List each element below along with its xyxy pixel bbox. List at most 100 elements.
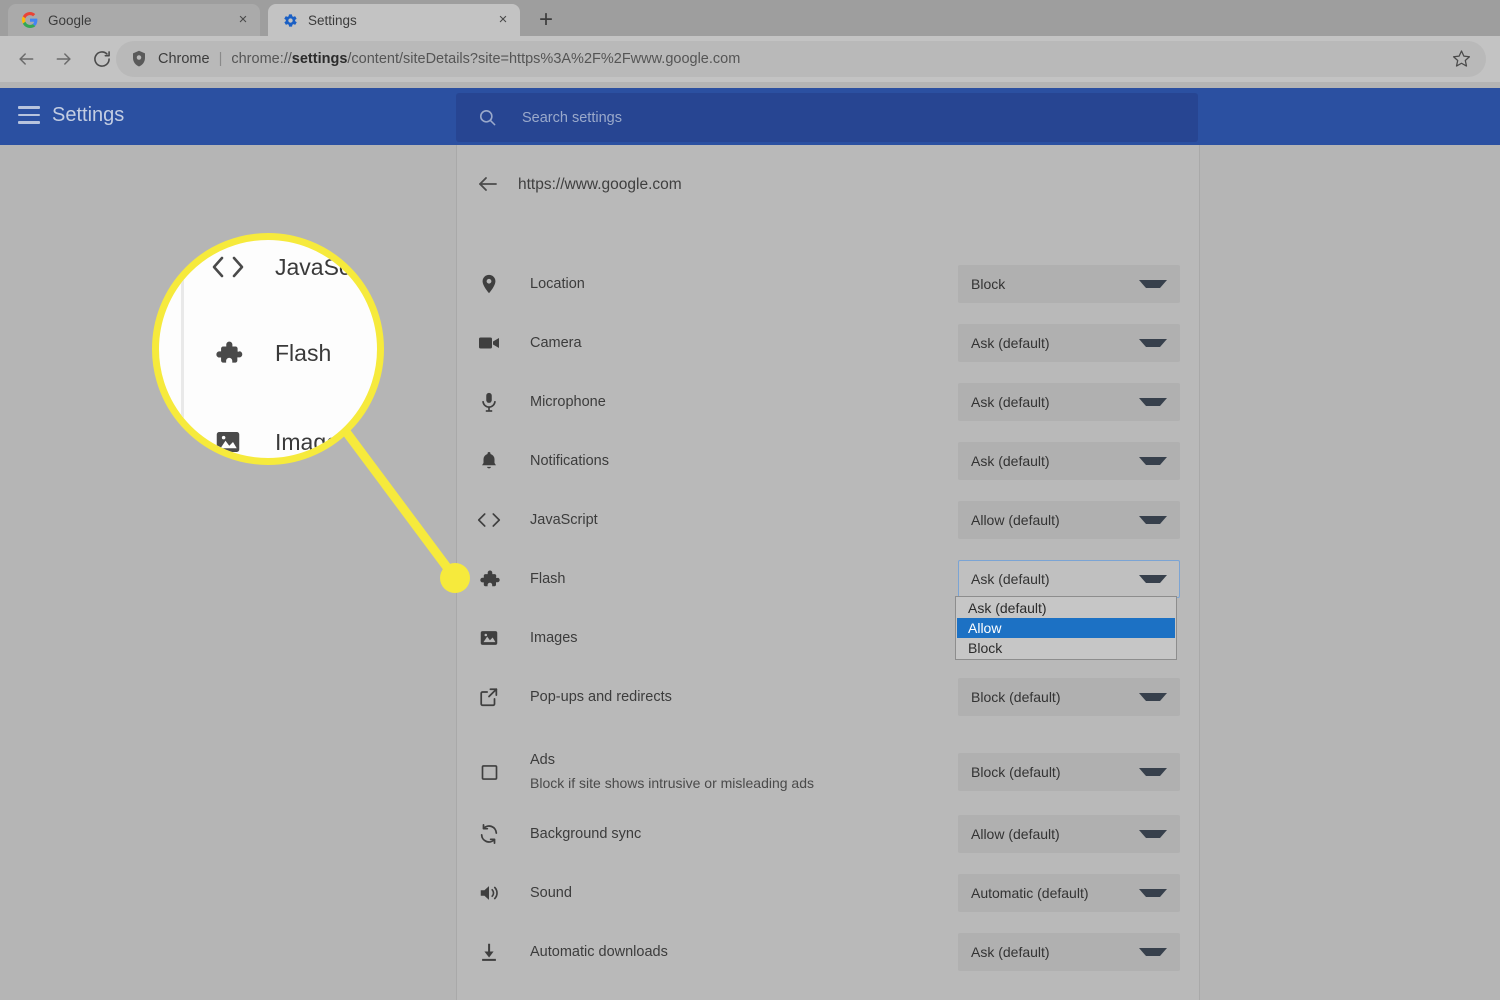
magnifier-callout: JavaScri Flash Image bbox=[152, 233, 384, 465]
permission-select-value: Ask (default) bbox=[971, 571, 1050, 587]
tab-google[interactable]: Google × bbox=[8, 4, 260, 36]
shield-icon bbox=[130, 50, 148, 68]
microphone-icon bbox=[476, 389, 502, 415]
permission-row: JavaScript Allow (default) bbox=[476, 501, 1180, 539]
tab-title: Settings bbox=[308, 12, 357, 28]
gear-icon bbox=[282, 12, 298, 28]
magnified-row-images: Image bbox=[211, 425, 339, 458]
search-input[interactable]: Search settings bbox=[456, 93, 1198, 142]
permission-row: Background sync Allow (default) bbox=[476, 815, 1180, 853]
permission-select[interactable]: Ask (default) bbox=[958, 383, 1180, 421]
permission-row: Microphone Ask (default) bbox=[476, 383, 1180, 421]
permission-select[interactable]: Allow (default) bbox=[958, 501, 1180, 539]
permission-select-value: Ask (default) bbox=[971, 944, 1050, 960]
magnified-row-flash: Flash bbox=[211, 336, 331, 370]
url-separator: | bbox=[218, 51, 223, 67]
new-tab-button[interactable]: + bbox=[532, 6, 560, 34]
url-bold-part: settings bbox=[291, 51, 348, 67]
permission-row: Notifications Ask (default) bbox=[476, 442, 1180, 480]
chevron-down-icon bbox=[1139, 575, 1167, 583]
chevron-down-icon bbox=[1139, 280, 1167, 288]
permission-select-value: Block bbox=[971, 276, 1006, 292]
omnibox-toolbar: Chrome | chrome://settings/content/siteD… bbox=[0, 36, 1500, 82]
permission-select-value: Ask (default) bbox=[971, 335, 1050, 351]
permission-select-value: Block (default) bbox=[971, 764, 1061, 780]
sync-icon bbox=[476, 821, 502, 847]
permission-select-value: Automatic (default) bbox=[971, 885, 1089, 901]
url-suffix: /content/siteDetails?site=https%3A%2F%2F… bbox=[347, 51, 741, 67]
forward-button-icon[interactable] bbox=[52, 47, 76, 71]
permission-row: Automatic downloads Ask (default) bbox=[476, 933, 1180, 971]
chevron-down-icon bbox=[1139, 516, 1167, 524]
permission-row: Flash Ask (default) bbox=[476, 560, 1180, 598]
image-icon bbox=[211, 425, 245, 458]
tab-settings[interactable]: Settings × bbox=[268, 4, 520, 36]
dropdown-option-selected[interactable]: Allow bbox=[957, 618, 1175, 638]
tab-strip: Google × Settings × + bbox=[0, 0, 1500, 36]
permission-row: Camera Ask (default) bbox=[476, 324, 1180, 362]
location-pin-icon bbox=[476, 271, 502, 297]
magnified-label: Flash bbox=[275, 339, 332, 366]
chevron-down-icon bbox=[1139, 830, 1167, 838]
google-icon bbox=[22, 12, 38, 28]
back-arrow-icon[interactable] bbox=[476, 172, 502, 198]
chevron-down-icon bbox=[1139, 339, 1167, 347]
flash-dropdown-list[interactable]: Ask (default) Allow Block bbox=[955, 596, 1177, 660]
download-icon bbox=[476, 939, 502, 965]
chevron-down-icon bbox=[1139, 948, 1167, 956]
permission-row: Ads Block if site shows intrusive or misl… bbox=[476, 746, 1180, 798]
permission-select[interactable]: Block (default) bbox=[958, 678, 1180, 716]
permission-select-value: Allow (default) bbox=[971, 826, 1060, 842]
search-icon bbox=[478, 108, 498, 128]
hamburger-icon[interactable] bbox=[18, 106, 40, 126]
magnified-row-javascript: JavaScri bbox=[211, 250, 363, 284]
chevron-down-icon bbox=[1139, 768, 1167, 776]
puzzle-piece-icon bbox=[476, 566, 502, 592]
browser-window: Google × Settings × + Chrome | chrome://… bbox=[0, 0, 1500, 1000]
site-details-header: https://www.google.com bbox=[476, 172, 682, 198]
permission-select-value: Ask (default) bbox=[971, 453, 1050, 469]
image-icon bbox=[476, 625, 502, 651]
search-placeholder: Search settings bbox=[522, 109, 622, 126]
bookmark-star-icon[interactable] bbox=[1452, 49, 1472, 69]
magnified-label: Image bbox=[275, 428, 339, 455]
magnified-label: JavaScri bbox=[275, 253, 364, 280]
chevron-down-icon bbox=[1139, 889, 1167, 897]
dropdown-option[interactable]: Block bbox=[957, 638, 1175, 658]
dropdown-option[interactable]: Ask (default) bbox=[957, 598, 1175, 618]
bell-icon bbox=[476, 448, 502, 474]
chevron-down-icon bbox=[1139, 398, 1167, 406]
permission-select[interactable]: Automatic (default) bbox=[958, 874, 1180, 912]
permission-select-value: Ask (default) bbox=[971, 394, 1050, 410]
permission-select-value: Allow (default) bbox=[971, 512, 1060, 528]
external-link-icon bbox=[476, 684, 502, 710]
magnifier-divider bbox=[181, 240, 184, 458]
permission-select[interactable]: Allow (default) bbox=[958, 815, 1180, 853]
permission-select[interactable]: Block (default) bbox=[958, 753, 1180, 791]
permission-select[interactable]: Block bbox=[958, 265, 1180, 303]
camera-icon bbox=[476, 330, 502, 356]
address-bar[interactable]: Chrome | chrome://settings/content/siteD… bbox=[116, 41, 1486, 77]
code-brackets-icon bbox=[476, 507, 502, 533]
permission-select[interactable]: Ask (default) bbox=[958, 324, 1180, 362]
scheme-label: Chrome bbox=[158, 51, 210, 67]
back-button-icon[interactable] bbox=[14, 47, 38, 71]
permission-row: Location Block bbox=[476, 265, 1180, 303]
permission-row: Pop-ups and redirects Block (default) bbox=[476, 678, 1180, 716]
chevron-down-icon bbox=[1139, 693, 1167, 701]
tab-close-icon[interactable]: × bbox=[234, 11, 252, 29]
chevron-down-icon bbox=[1139, 457, 1167, 465]
reload-button-icon[interactable] bbox=[90, 47, 114, 71]
puzzle-piece-icon bbox=[211, 336, 245, 370]
url-text: chrome://settings/content/siteDetails?si… bbox=[231, 51, 740, 67]
permission-select[interactable]: Ask (default) bbox=[958, 442, 1180, 480]
permission-select-value: Block (default) bbox=[971, 689, 1061, 705]
page-title: Settings bbox=[52, 104, 125, 126]
permission-select[interactable]: Ask (default) bbox=[958, 560, 1180, 598]
tab-title: Google bbox=[48, 12, 92, 28]
magnifier-content: JavaScri Flash Image bbox=[159, 240, 377, 458]
permission-select[interactable]: Ask (default) bbox=[958, 933, 1180, 971]
speaker-icon bbox=[476, 880, 502, 906]
permission-row: Sound Automatic (default) bbox=[476, 874, 1180, 912]
tab-close-icon[interactable]: × bbox=[494, 11, 512, 29]
